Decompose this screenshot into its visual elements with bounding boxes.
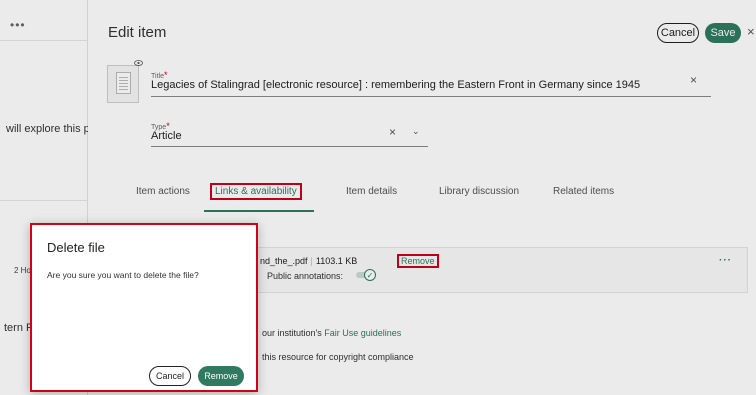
dialog-message: Are you sure you want to delete the file… [47, 270, 199, 280]
dialog-cancel-button[interactable]: Cancel [149, 366, 191, 386]
dialog-title: Delete file [47, 240, 105, 255]
delete-file-dialog: Delete file Are you sure you want to del… [30, 223, 258, 392]
dialog-remove-button[interactable]: Remove [198, 366, 244, 386]
